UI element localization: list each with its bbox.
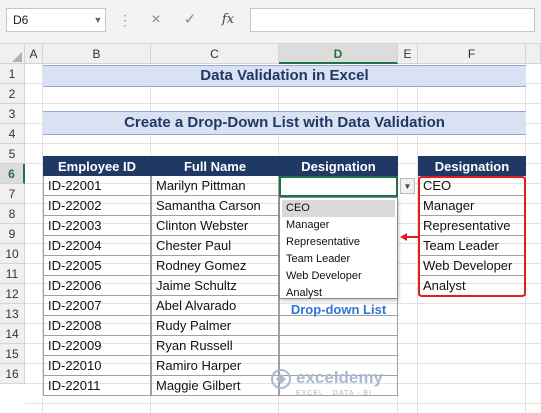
dropdown-list[interactable]: CEO Manager Representative Team Leader W… [279,197,398,299]
full-name-cell[interactable]: Clinton Webster [151,216,279,236]
page-title: Data Validation in Excel [43,65,526,87]
full-name-cell[interactable]: Jaime Schultz [151,276,279,296]
dropdown-option-analyst[interactable]: Analyst [282,285,395,302]
full-name-cell[interactable]: Chester Paul [151,236,279,256]
dropdown-arrow-button[interactable]: ▼ [400,178,415,194]
employee-id-cell[interactable]: ID-22009 [43,336,151,356]
gridline-horizontal [25,103,541,104]
row-header-2[interactable]: 2 [0,84,25,104]
dropdown-caption: Drop-down List [290,302,387,317]
cancel-button[interactable]: × [146,10,166,30]
full-name-cell[interactable]: Ramiro Harper [151,356,279,376]
page-subtitle: Create a Drop-Down List with Data Valida… [43,111,526,135]
watermark-tagline: EXCEL · DATA · BI [296,390,372,397]
full-name-cell[interactable]: Maggie Gilbert [151,376,279,396]
designation-cell[interactable] [279,336,398,356]
dropdown-option-team-leader[interactable]: Team Leader [282,251,395,268]
full-name-cell[interactable]: Rudy Palmer [151,316,279,336]
full-name-cell[interactable]: Rodney Gomez [151,256,279,276]
dropdown-option-web-developer[interactable]: Web Developer [282,268,395,285]
watermark-logo: exceldemy EXCEL · DATA · BI [270,366,430,406]
row-header-7[interactable]: 7 [0,184,25,204]
row-header-5[interactable]: 5 [0,144,25,164]
employee-id-cell[interactable]: ID-22006 [43,276,151,296]
formula-input[interactable] [250,8,535,32]
separator-dots-icon: ⋮ [118,12,132,28]
full-name-cell[interactable]: Abel Alvarado [151,296,279,316]
header-employee-id: Employee ID [43,156,151,176]
gridline-horizontal [25,143,541,144]
column-header-b[interactable]: B [43,44,151,64]
row-header-13[interactable]: 13 [0,304,25,324]
row-header-10[interactable]: 10 [0,244,25,264]
dropdown-option-ceo[interactable]: CEO [282,200,395,217]
employee-id-cell[interactable]: ID-22004 [43,236,151,256]
employee-id-cell[interactable]: ID-22001 [43,176,151,196]
designation-cell[interactable] [279,316,398,336]
row-header-14[interactable]: 14 [0,324,25,344]
column-header-f[interactable]: F [418,44,526,64]
insert-function-button[interactable]: fx [216,10,240,30]
row-header-8[interactable]: 8 [0,204,25,224]
column-header-d[interactable]: D [279,44,398,64]
dropdown-option-manager[interactable]: Manager [282,217,395,234]
full-name-cell[interactable]: Marilyn Pittman [151,176,279,196]
watermark-brand: exceldemy [296,368,383,387]
employee-id-cell[interactable]: ID-22003 [43,216,151,236]
active-cell-d6[interactable] [279,176,398,197]
row-header-4[interactable]: 4 [0,124,25,144]
dropdown-option-representative[interactable]: Representative [282,234,395,251]
row-header-9[interactable]: 9 [0,224,25,244]
column-header-a[interactable]: A [25,44,43,64]
column-header-c[interactable]: C [151,44,279,64]
select-all-icon [12,52,22,62]
full-name-cell[interactable]: Ryan Russell [151,336,279,356]
enter-button[interactable]: ✓ [180,10,200,30]
employee-id-cell[interactable]: ID-22002 [43,196,151,216]
exceldemy-logo-icon [271,369,291,389]
employee-id-cell[interactable]: ID-22011 [43,376,151,396]
source-list-highlight [418,176,526,297]
row-header-6[interactable]: 6 [0,164,25,184]
pointer-arrow-icon [400,233,418,241]
row-header-1[interactable]: 1 [0,64,25,84]
row-header-11[interactable]: 11 [0,264,25,284]
row-header-16[interactable]: 16 [0,364,25,384]
column-header-e[interactable]: E [398,44,418,64]
employee-id-cell[interactable]: ID-22008 [43,316,151,336]
header-designation: Designation [279,156,398,176]
header-full-name: Full Name [151,156,279,176]
full-name-cell[interactable]: Samantha Carson [151,196,279,216]
employee-id-cell[interactable]: ID-22010 [43,356,151,376]
chevron-down-icon[interactable]: ▼ [90,8,106,32]
row-header-15[interactable]: 15 [0,344,25,364]
source-list-header: Designation [418,156,526,176]
employee-id-cell[interactable]: ID-22007 [43,296,151,316]
column-header-filler [526,44,541,64]
row-header-12[interactable]: 12 [0,284,25,304]
employee-id-cell[interactable]: ID-22005 [43,256,151,276]
row-header-3[interactable]: 3 [0,104,25,124]
